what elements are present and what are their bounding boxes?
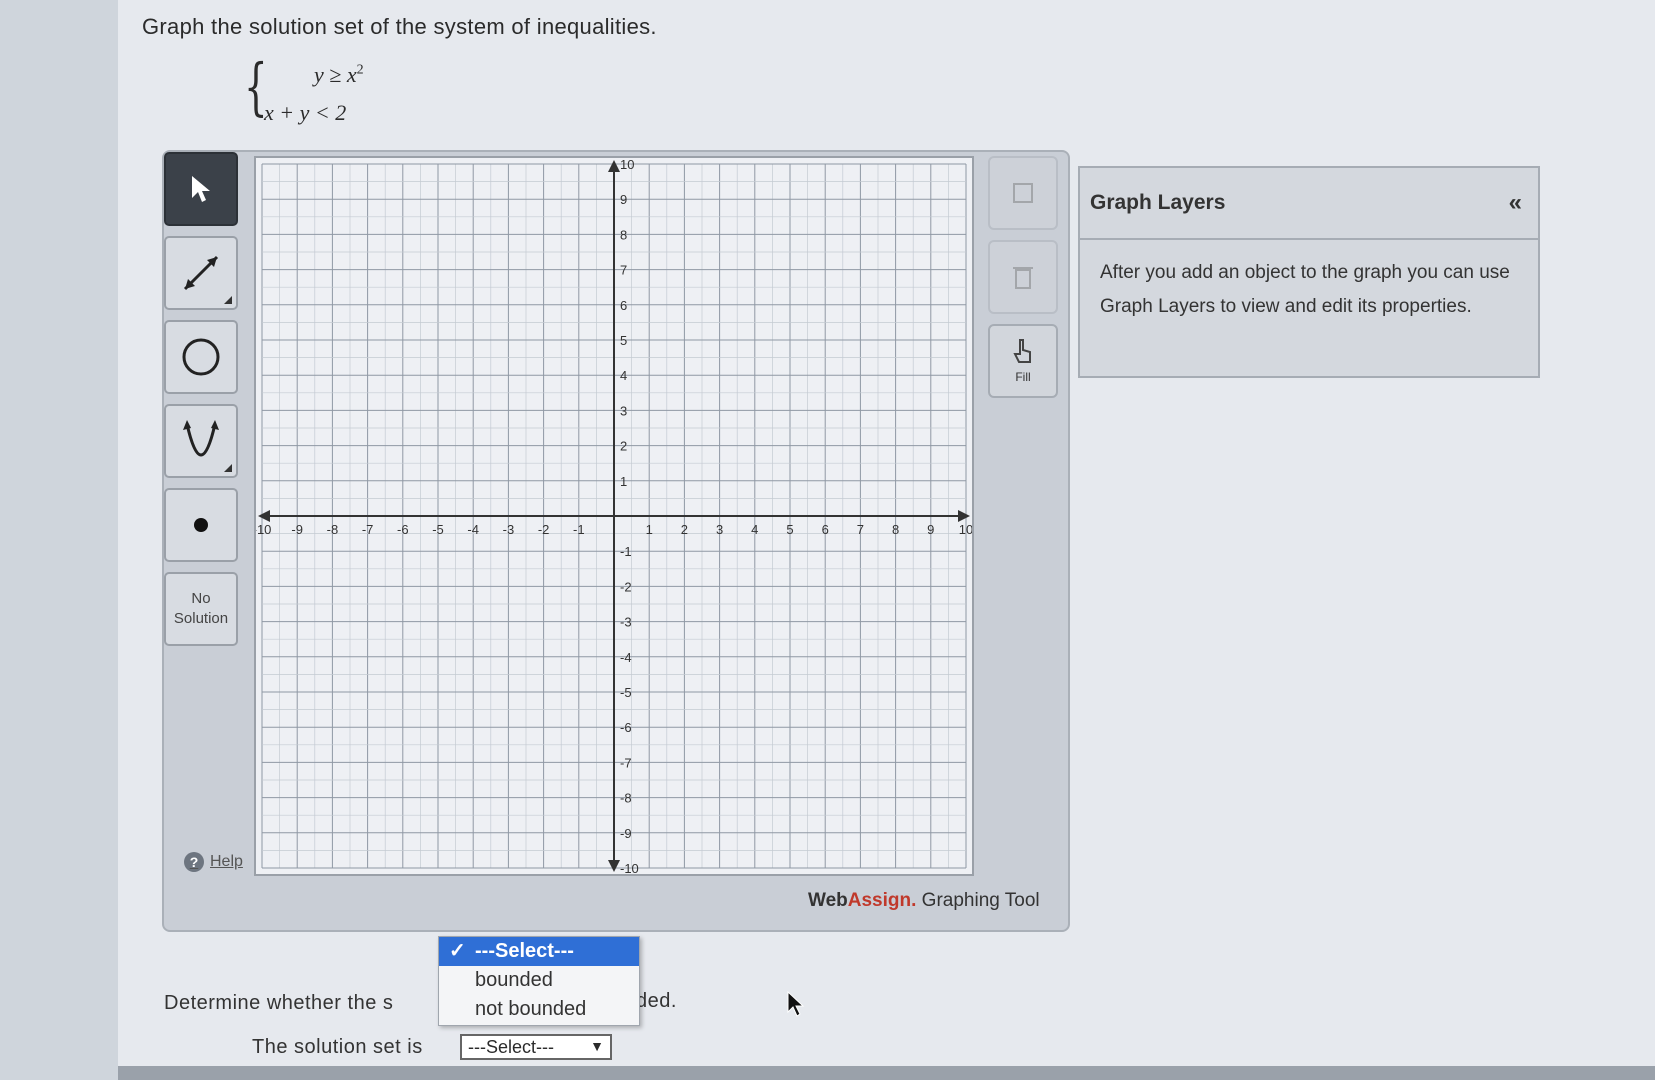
y-tick-label: -5 xyxy=(620,685,632,700)
webassign-brand: WebAssign. Graphing Tool xyxy=(808,890,1040,911)
graph-layers-title: Graph Layers xyxy=(1090,191,1226,214)
left-margin-strip xyxy=(0,0,119,1080)
y-tick-label: 7 xyxy=(620,263,627,278)
x-tick-label: 10 xyxy=(959,522,972,537)
x-tick-label: -1 xyxy=(573,522,585,537)
checkmark-icon: ✓ xyxy=(449,940,466,962)
bottom-scrollbar[interactable] xyxy=(118,1066,1655,1080)
trash-icon xyxy=(1013,267,1033,289)
no-solution-button[interactable]: No Solution xyxy=(164,572,238,646)
parabola-icon xyxy=(183,420,219,457)
help-icon: ? xyxy=(184,852,204,872)
inequality-1: y ≥ x2 xyxy=(314,62,364,87)
y-tick-label: 6 xyxy=(620,298,627,313)
coordinate-plane[interactable]: -10 -9 -8 -7 -6 -5 -4 -3 -2 -1 1 2 3 4 5 6 7 8 9 10 10 9 8 7 6 5 4… xyxy=(256,158,972,874)
pointer-tool-button[interactable] xyxy=(164,152,238,226)
inequality-2: x + y < 2 xyxy=(264,100,347,125)
circle-icon xyxy=(182,338,220,376)
drawing-toolbar: No Solution ? Help xyxy=(164,152,252,872)
graphing-tool: NoSolution ? Help -10 -9 -8 -7 -6 -5 -4 -3 -2 -1 1… xyxy=(162,150,1070,932)
x-tick-label: 3 xyxy=(716,522,723,537)
y-tick-label: 10 xyxy=(620,158,634,172)
bounded-prompt-end: ded. xyxy=(636,990,677,1012)
y-tick-label: -8 xyxy=(620,791,632,806)
x-tick-label: 1 xyxy=(646,522,653,537)
arrow-cursor-icon xyxy=(192,176,210,202)
y-tick-label: -9 xyxy=(620,826,632,841)
inequality-system: { y ≥ x2 x + y < 2 xyxy=(244,52,384,128)
y-tick-label: -3 xyxy=(620,615,632,630)
x-tick-label: -4 xyxy=(467,522,479,537)
x-tick-label: 7 xyxy=(857,522,864,537)
graph-canvas[interactable]: -10 -9 -8 -7 -6 -5 -4 -3 -2 -1 1 2 3 4 5 6 7 8 9 10 10 9 8 7 6 5 4… xyxy=(254,156,974,876)
x-tick-label: -9 xyxy=(291,522,303,537)
x-tick-label: -7 xyxy=(362,522,374,537)
clear-button[interactable] xyxy=(988,156,1058,230)
y-tick-label: 3 xyxy=(620,403,627,418)
y-tick-label: -6 xyxy=(620,720,632,735)
graph-layers-header: Graph Layers « xyxy=(1080,168,1538,240)
x-tick-label: -10 xyxy=(256,522,271,537)
graph-layers-panel: Graph Layers « After you add an object t… xyxy=(1078,166,1540,378)
solution-set-label: The solution set is xyxy=(252,1036,423,1058)
y-tick-label: 5 xyxy=(620,333,627,348)
y-tick-label: -4 xyxy=(620,650,632,665)
pointer-hand-icon xyxy=(1013,339,1031,363)
x-tick-label: 9 xyxy=(927,522,934,537)
clear-icon xyxy=(1013,183,1033,203)
x-tick-label: 6 xyxy=(822,522,829,537)
bounded-prompt: Determine whether the s xyxy=(164,992,394,1014)
line-tool-button[interactable] xyxy=(164,236,238,310)
y-tick-label: -7 xyxy=(620,755,632,770)
x-tick-label: -2 xyxy=(538,522,550,537)
collapse-icon[interactable]: « xyxy=(1509,189,1522,217)
chevron-down-icon: ▼ xyxy=(590,1038,604,1054)
x-tick-label: -3 xyxy=(503,522,515,537)
y-tick-label: -2 xyxy=(620,579,632,594)
x-tick-label: -5 xyxy=(432,522,444,537)
y-tick-label: 1 xyxy=(620,474,627,489)
x-tick-label: -6 xyxy=(397,522,409,537)
y-axis-arrow-up xyxy=(608,160,620,172)
y-tick-label: 2 xyxy=(620,439,627,454)
dropdown-option-not-bounded[interactable]: not bounded xyxy=(439,995,639,1024)
y-tick-label: -10 xyxy=(620,861,639,874)
y-tick-label: 4 xyxy=(620,368,627,383)
x-tick-label: 4 xyxy=(751,522,758,537)
x-axis-arrow-right xyxy=(958,510,970,522)
dropdown-option-select[interactable]: ✓ ---Select--- xyxy=(439,937,639,966)
x-tick-label: -8 xyxy=(327,522,339,537)
delete-button[interactable] xyxy=(988,240,1058,314)
circle-tool-button[interactable] xyxy=(164,320,238,394)
parabola-tool-button[interactable] xyxy=(164,404,238,478)
dropdown-option-bounded[interactable]: bounded xyxy=(439,966,639,995)
y-tick-label: -1 xyxy=(620,544,632,559)
graph-layers-description: After you add an object to the graph you… xyxy=(1100,262,1510,317)
line-segment-icon xyxy=(183,255,219,291)
x-axis-arrow-left xyxy=(258,510,270,522)
mouse-cursor-icon xyxy=(787,990,805,1017)
help-link[interactable]: ? Help xyxy=(184,852,243,872)
y-tick-label: 8 xyxy=(620,227,627,242)
bounded-select[interactable]: ---Select--- ▼ xyxy=(460,1034,612,1060)
x-tick-label: 8 xyxy=(892,522,899,537)
question-text: Graph the solution set of the system of … xyxy=(142,14,657,39)
fill-button[interactable]: Fill xyxy=(988,324,1058,398)
y-tick-label: 9 xyxy=(620,192,627,207)
y-axis-arrow-down xyxy=(608,860,620,872)
x-tick-label: 2 xyxy=(681,522,688,537)
x-tick-label: 5 xyxy=(786,522,793,537)
point-icon xyxy=(194,518,208,532)
point-tool-button[interactable] xyxy=(164,488,238,562)
bounded-dropdown-list: ✓ ---Select--- bounded not bounded xyxy=(438,936,640,1026)
